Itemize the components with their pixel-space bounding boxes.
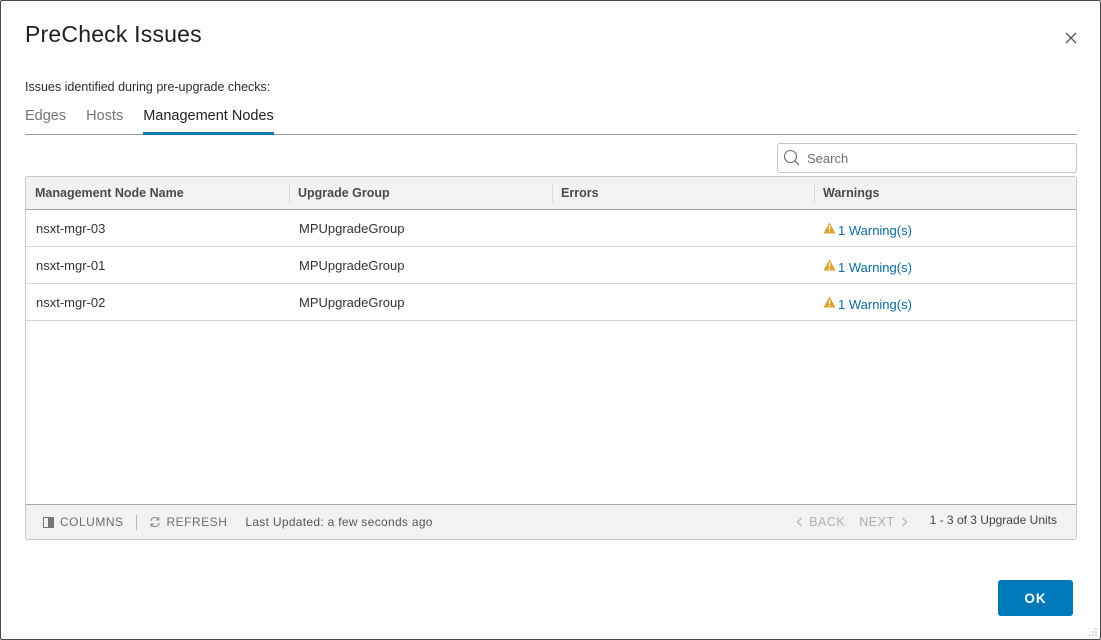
warnings-link[interactable]: 1 Warning(s) <box>814 296 1076 312</box>
management-nodes-grid: Management Node Name Upgrade Group Error… <box>25 176 1077 540</box>
table-row: nsxt-mgr-01 MPUpgradeGroup 1 Warning(s) <box>26 247 1076 284</box>
table-row: nsxt-mgr-03 MPUpgradeGroup 1 Warning(s) <box>26 210 1076 247</box>
back-button[interactable]: BACK <box>796 515 845 529</box>
tab-management-nodes[interactable]: Management Nodes <box>143 105 274 135</box>
column-header-warnings[interactable]: Warnings <box>814 177 1076 210</box>
columns-button[interactable]: COLUMNS <box>43 515 124 529</box>
upgrade-group: MPUpgradeGroup <box>299 257 405 273</box>
footer-divider <box>135 514 137 530</box>
tab-hosts[interactable]: Hosts <box>86 105 123 135</box>
grid-header: Management Node Name Upgrade Group Error… <box>26 177 1076 210</box>
close-button[interactable] <box>1062 29 1080 47</box>
search-box[interactable] <box>777 143 1077 173</box>
node-name: nsxt-mgr-01 <box>36 257 106 273</box>
upgrade-group: MPUpgradeGroup <box>299 294 405 310</box>
dialog-title: PreCheck Issues <box>25 21 202 47</box>
precheck-issues-dialog: PreCheck Issues Issues identified during… <box>0 0 1101 640</box>
resize-grip-icon[interactable] <box>1088 627 1098 637</box>
warning-icon <box>823 296 836 308</box>
upgrade-group: MPUpgradeGroup <box>299 220 405 236</box>
warnings-link[interactable]: 1 Warning(s) <box>814 259 1076 275</box>
ok-button[interactable]: OK <box>998 580 1073 616</box>
column-header-name[interactable]: Management Node Name <box>26 177 289 210</box>
node-name: nsxt-mgr-02 <box>36 294 106 310</box>
warning-icon <box>823 259 836 271</box>
refresh-icon <box>149 516 160 528</box>
pagination-count: 1 - 3 of 3 Upgrade Units <box>929 513 1057 527</box>
warnings-text: 1 Warning(s) <box>838 296 912 312</box>
column-header-upgrade-group[interactable]: Upgrade Group <box>289 177 552 210</box>
dialog-subtitle: Issues identified during pre-upgrade che… <box>25 80 271 94</box>
chevron-right-icon <box>901 517 907 527</box>
tab-bar: Edges Hosts Management Nodes <box>25 105 1077 135</box>
refresh-button[interactable]: REFRESH <box>149 515 228 529</box>
warnings-link[interactable]: 1 Warning(s) <box>814 222 1076 238</box>
columns-icon <box>43 516 54 528</box>
next-button[interactable]: NEXT <box>859 515 907 529</box>
chevron-left-icon <box>796 517 803 527</box>
search-icon <box>783 149 800 166</box>
last-updated: Last Updated: a few seconds ago <box>245 515 433 529</box>
node-name: nsxt-mgr-03 <box>36 220 106 236</box>
next-label: NEXT <box>859 515 895 529</box>
warnings-text: 1 Warning(s) <box>838 259 912 275</box>
close-icon <box>1065 32 1077 44</box>
back-label: BACK <box>809 515 846 529</box>
table-row: nsxt-mgr-02 MPUpgradeGroup 1 Warning(s) <box>26 284 1076 321</box>
column-header-errors[interactable]: Errors <box>552 177 814 210</box>
warning-icon <box>823 222 836 234</box>
tab-edges[interactable]: Edges <box>25 105 66 135</box>
warnings-text: 1 Warning(s) <box>838 222 912 238</box>
pagination: BACK NEXT 1 - 3 of 3 Upgrade Units <box>796 505 1057 539</box>
grid-footer: COLUMNS REFRESH Last Updated: a few seco… <box>26 504 1076 539</box>
columns-label: COLUMNS <box>60 515 124 529</box>
refresh-label: REFRESH <box>166 515 228 529</box>
search-input[interactable] <box>805 149 1065 167</box>
